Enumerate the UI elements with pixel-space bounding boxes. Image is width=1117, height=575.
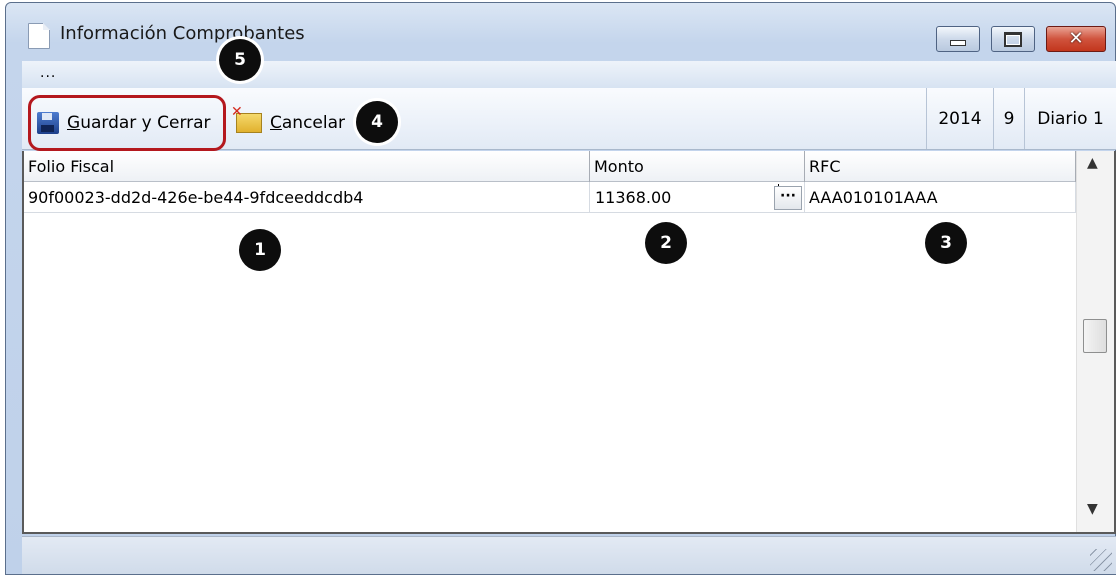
close-button[interactable]: ✕ — [1046, 26, 1106, 52]
scroll-thumb[interactable] — [1083, 319, 1107, 353]
status-bar — [22, 536, 1116, 574]
column-header-folio-fiscal[interactable]: Folio Fiscal — [24, 151, 590, 182]
cancel-button[interactable]: Cancelar — [231, 104, 346, 138]
window-title: Información Comprobantes — [60, 23, 305, 44]
toolbar: Guardar y Cerrar Cancelar 2014 9 Diario … — [22, 88, 1116, 151]
column-header-monto[interactable]: Monto — [590, 151, 805, 182]
menu-overflow[interactable]: ... — [40, 65, 56, 81]
menu-bar: ... — [22, 61, 1116, 88]
minimize-icon — [950, 40, 966, 46]
period-field: 9 — [1003, 108, 1015, 129]
cell-rfc[interactable]: AAA010101AAA — [805, 182, 1076, 213]
document-icon — [28, 23, 50, 49]
title-bar[interactable]: Información Comprobantes ✕ — [6, 3, 1115, 59]
column-header-rfc[interactable]: RFC — [805, 151, 1076, 182]
save-icon — [37, 112, 59, 134]
monto-ellipsis-button[interactable]: ··· — [774, 186, 802, 210]
callout-5: 5 — [219, 39, 261, 81]
close-icon: ✕ — [1068, 28, 1084, 49]
diary-field: Diario 1 — [1037, 108, 1104, 129]
save-and-close-label: Guardar y Cerrar — [67, 113, 211, 133]
grid-header: Folio Fiscal Monto RFC — [24, 151, 1076, 182]
data-grid: Folio Fiscal Monto RFC 90f00023-dd2d-426… — [22, 151, 1116, 534]
table-row[interactable]: 90f00023-dd2d-426e-be44-9fdceeddcdb4 ···… — [24, 182, 1076, 213]
resize-grip-icon[interactable] — [1090, 549, 1112, 571]
maximize-icon — [1004, 31, 1022, 47]
app-window: Información Comprobantes ✕ ... Guardar y… — [5, 2, 1116, 575]
cell-monto[interactable]: ··· — [590, 182, 805, 213]
scroll-up-icon[interactable]: ▲ — [1087, 155, 1098, 171]
callout-4: 4 — [356, 101, 398, 143]
vertical-scrollbar[interactable]: ▲ ▼ — [1076, 151, 1114, 532]
callout-2: 2 — [645, 222, 687, 264]
cancel-icon — [231, 104, 262, 133]
save-and-close-button[interactable]: Guardar y Cerrar — [28, 95, 226, 151]
cancel-label: Cancelar — [270, 113, 346, 133]
year-field: 2014 — [938, 108, 982, 129]
minimize-button[interactable] — [936, 26, 980, 52]
maximize-button[interactable] — [991, 26, 1035, 52]
monto-input[interactable] — [592, 184, 779, 210]
callout-1: 1 — [239, 229, 281, 271]
cell-folio-fiscal[interactable]: 90f00023-dd2d-426e-be44-9fdceeddcdb4 — [24, 182, 590, 213]
callout-3: 3 — [925, 222, 967, 264]
scroll-down-icon[interactable]: ▼ — [1087, 501, 1098, 517]
